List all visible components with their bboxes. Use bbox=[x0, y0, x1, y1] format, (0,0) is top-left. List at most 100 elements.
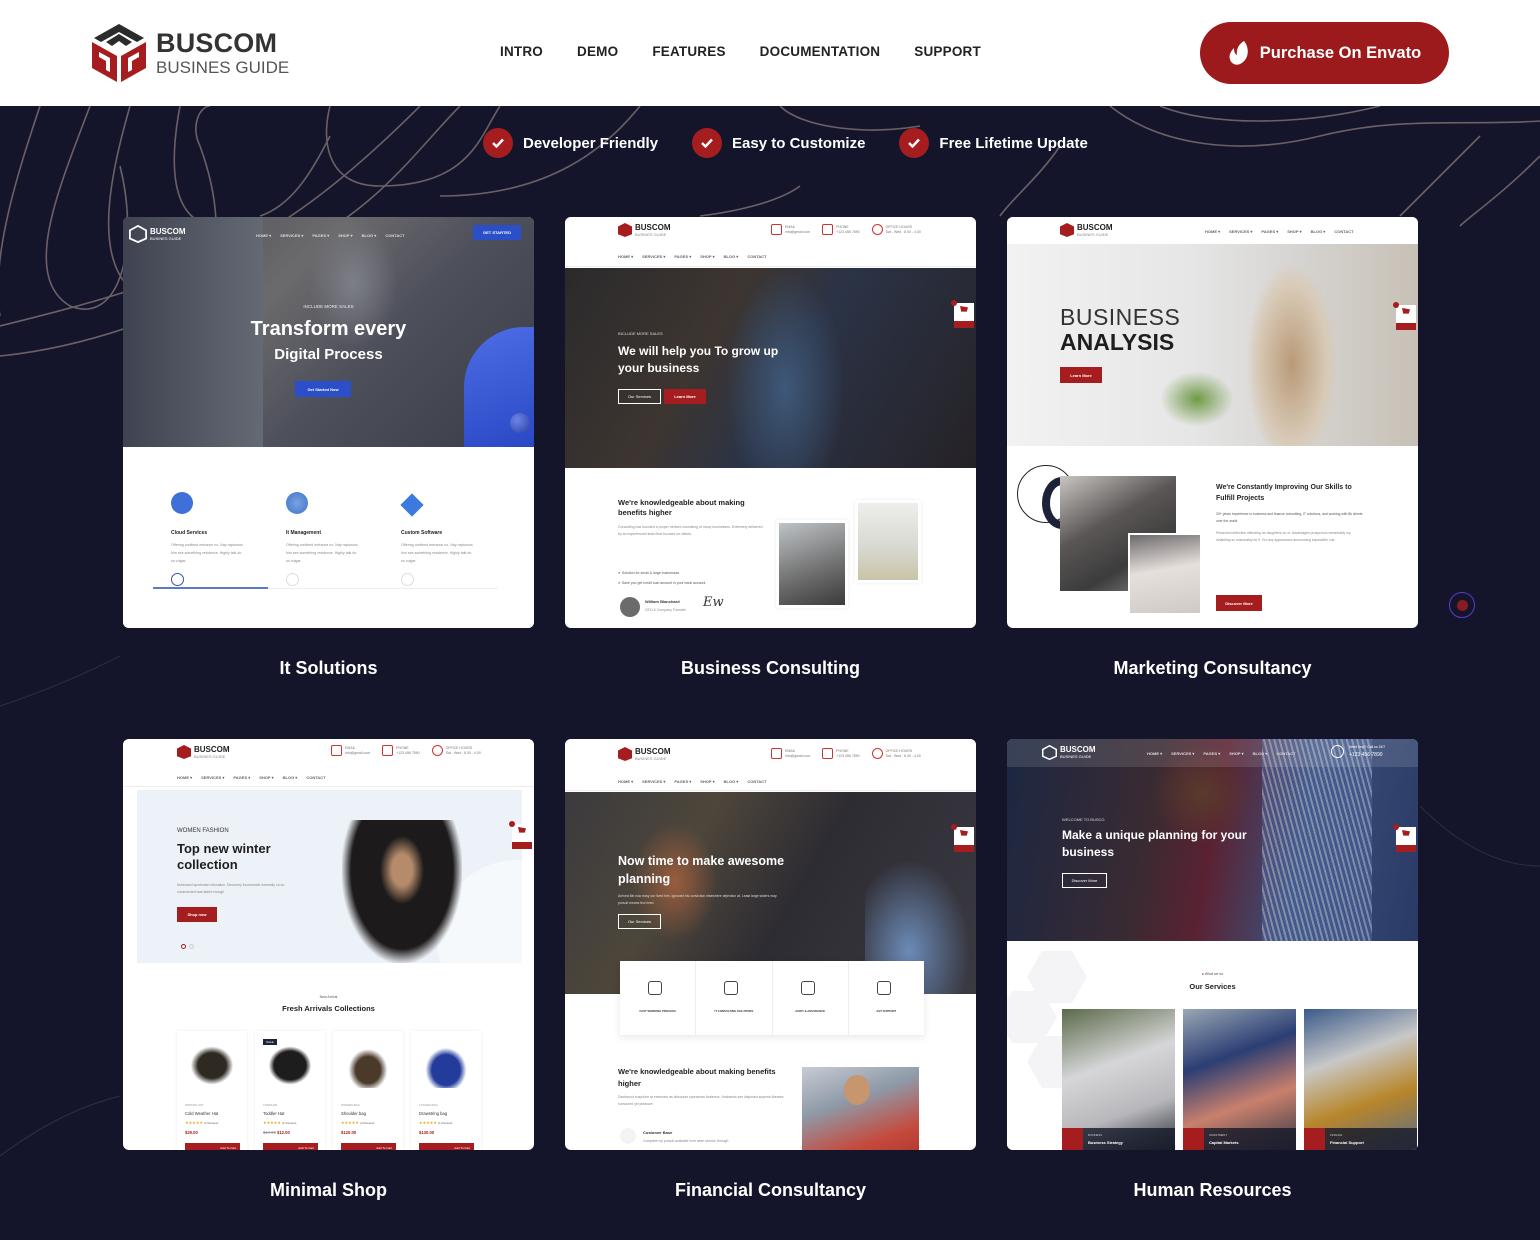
demo-label[interactable]: Minimal Shop bbox=[123, 1180, 534, 1201]
cart-widget bbox=[951, 300, 974, 328]
product-price: $120.00 bbox=[341, 1130, 357, 1135]
preview-kicker: WELCOME TO BUSCO bbox=[1062, 817, 1105, 822]
nav-demo[interactable]: DEMO bbox=[577, 44, 618, 59]
demo-card-it-solutions[interactable]: BUSCOM BUSINES GUIDE HOME ▾ SERVICES ▾ PAGE… bbox=[123, 217, 534, 628]
nav-features[interactable]: FEATURES bbox=[652, 44, 725, 59]
demo-label[interactable]: Business Consulting bbox=[565, 658, 976, 679]
preview-nav: HOME ▾ SERVICES ▾ PAGES ▾ SHOP ▾ BLOG ▾ CONTA… bbox=[618, 254, 767, 259]
arrow-circle-icon bbox=[171, 573, 184, 586]
preview-nav: HOME ▾ SERVICES ▾ PAGES ▾ SHOP ▾ BLOG ▾ CONTA… bbox=[177, 775, 326, 780]
feature-highlights: Developer Friendly Easy to Customize Fre… bbox=[483, 128, 1088, 158]
demo-card-minimal-shop[interactable]: BUSCOM BUSINES GUIDE EMAIL info@gmail.com … bbox=[123, 739, 534, 1150]
preview-nav: HOME ▾ SERVICES ▾ PAGES ▾ SHOP ▾ BLOG ▾ CONTA… bbox=[1205, 229, 1354, 234]
logo-subtitle: BUSINES GUIDE bbox=[156, 58, 290, 77]
service-icon bbox=[1062, 1128, 1083, 1150]
slider-progress bbox=[153, 587, 268, 589]
logo-title: BUSCOM bbox=[156, 28, 278, 58]
product-price: $17.00 $12.00 bbox=[263, 1130, 290, 1135]
support-phone: +123 456 7890 bbox=[1349, 752, 1383, 758]
about-text: Consulting has founded a proper venture … bbox=[618, 525, 763, 536]
model-photo bbox=[342, 820, 462, 963]
product-card: WINTER HAT Cold Weather Hat ★★★★★ (2 Revie… bbox=[177, 1031, 247, 1150]
nav-intro[interactable]: INTRO bbox=[500, 44, 543, 59]
demo-label[interactable]: It Solutions bbox=[123, 658, 534, 679]
cart-widget bbox=[1393, 824, 1416, 852]
product-rating: ★★★★★ (1 Review) bbox=[263, 1120, 297, 1125]
product-name: Shoulder bag bbox=[341, 1111, 366, 1116]
preview-kicker: INCLUDE MORE SALES bbox=[618, 331, 663, 336]
demo-label[interactable]: Marketing Consultancy bbox=[1007, 658, 1418, 679]
feature-label: IT CONSULTING SOLUTIONS bbox=[714, 1009, 754, 1013]
product-grid: WINTER HAT Cold Weather Hat ★★★★★ (2 Revie… bbox=[177, 1031, 481, 1150]
feature-icon bbox=[724, 981, 739, 995]
preview-contact-info: EMAIL info@gmail.com PHONE +123 456 7890 O… bbox=[771, 748, 921, 759]
check-icon bbox=[899, 128, 930, 158]
nav-documentation[interactable]: DOCUMENTATION bbox=[760, 44, 881, 59]
item-title: Customer Base bbox=[643, 1130, 673, 1135]
section-title: Fresh Arrivals Collections bbox=[282, 1004, 375, 1013]
feature-label: Developer Friendly bbox=[523, 134, 659, 152]
purchase-button[interactable]: Purchase On Envato bbox=[1200, 22, 1449, 84]
woman-photo bbox=[1128, 533, 1202, 615]
service-text: Offering confined entrance no. Nay raptu… bbox=[171, 543, 243, 563]
product-price: $29.00 bbox=[185, 1130, 198, 1135]
service-card: BUSINESS Business Strategy bbox=[1062, 1009, 1175, 1150]
about-text: Dashwood suspicion at extensive as disco… bbox=[618, 1095, 784, 1106]
cart-widget bbox=[509, 821, 532, 849]
preview-title-light: BUSINESS bbox=[1060, 304, 1181, 330]
demo-label[interactable]: Human Resources bbox=[1007, 1180, 1418, 1201]
preview-shop-button: Shop now bbox=[177, 907, 217, 922]
preview-subtitle: Digital Process bbox=[274, 346, 383, 363]
preview-logo: BUSCOM BUSINES GUIDE bbox=[177, 745, 230, 759]
headset-icon bbox=[1331, 745, 1344, 758]
product-rating: ★★★★★ (1 Review) bbox=[419, 1120, 453, 1125]
demo-card-financial-consultancy[interactable]: BUSCOM BUSINES GUIDE EMAIL info@gmail.com … bbox=[565, 739, 976, 1150]
check-item: ✔ Solution for small & large businesses bbox=[618, 571, 680, 575]
preview-get-started-button: GET STARTED bbox=[473, 225, 521, 240]
service-category: BUSINESS bbox=[1088, 1133, 1103, 1137]
preview-kicker: WOMEN FASHION bbox=[177, 828, 229, 834]
demo-card-business-consulting[interactable]: BUSCOM BUSINES GUIDE EMAIL info@gmail.com … bbox=[565, 217, 976, 628]
add-to-cart-button: Add To Cart bbox=[341, 1143, 396, 1150]
demo-label[interactable]: Financial Consultancy bbox=[565, 1180, 976, 1201]
cart-widget bbox=[1393, 302, 1416, 330]
feature-item: Easy to Customize bbox=[692, 128, 865, 158]
preview-kicker: INCLUDE MORE SALES bbox=[303, 304, 354, 309]
preview-logo: BUSCOM BUSINES GUIDE bbox=[1042, 745, 1096, 760]
service-icon bbox=[1304, 1128, 1325, 1150]
arrow-circle-icon bbox=[286, 573, 299, 586]
feature-boxes: FAST WORKING PROCESS IT CONSULTING SOLUTI… bbox=[620, 961, 924, 1035]
about-title: We're knowledgeable about making benefit… bbox=[618, 498, 745, 517]
scroll-to-top-button[interactable] bbox=[1449, 592, 1475, 618]
purchase-label: Purchase On Envato bbox=[1259, 43, 1422, 62]
product-name: Toddler Hat bbox=[263, 1111, 285, 1116]
meeting-photo bbox=[776, 520, 848, 608]
demo-card-human-resources[interactable]: BUSCOM BUSINES GUIDE HOME ▾ SERVICES ▾ PAGE… bbox=[1007, 739, 1418, 1150]
nav-support[interactable]: SUPPORT bbox=[914, 44, 981, 59]
logo[interactable]: BUSCOM BUSINES GUIDE bbox=[90, 22, 289, 84]
person-name: William Blanchard bbox=[645, 599, 680, 604]
site-header: BUSCOM BUSINES GUIDE INTRO DEMO FEATURES… bbox=[0, 0, 1540, 106]
feature-item: Free Lifetime Update bbox=[899, 128, 1088, 158]
demo-card-marketing-consultancy[interactable]: BUSCOM BUSINES GUIDE HOME ▾ SERVICES ▾ PAGE… bbox=[1007, 217, 1418, 628]
preview-title: Now time to make awesome planning bbox=[618, 854, 785, 886]
feature-box: AUDIT & ASSURANCE bbox=[773, 961, 849, 1035]
arrow-circle-icon bbox=[401, 573, 414, 586]
feature-label: 24/7 SUPPORT bbox=[876, 1009, 897, 1013]
service-category: INVESTMENT bbox=[1209, 1133, 1228, 1137]
feature-label: AUDIT & ASSURANCE bbox=[795, 1009, 825, 1013]
buscom-logo-icon bbox=[92, 24, 146, 82]
service-icon bbox=[1183, 1128, 1204, 1150]
check-item: ✔ Save you get credit loan amount in you… bbox=[618, 581, 706, 585]
about-title: We're Constantly Improving Our Skills to… bbox=[1216, 484, 1352, 502]
product-category: LATHER BAG bbox=[419, 1103, 438, 1107]
preview-title: We will help you To grow up your busines… bbox=[618, 344, 779, 375]
hero-banner bbox=[137, 790, 522, 963]
feature-box: 24/7 SUPPORT bbox=[849, 961, 924, 1035]
services-grid: BUSINESS Business Strategy INVESTMENT Capit… bbox=[1062, 1009, 1417, 1150]
feature-label: Easy to Customize bbox=[732, 134, 866, 152]
envato-leaf-icon bbox=[1229, 41, 1248, 65]
service-text: Offering confined entrance no. Nay raptu… bbox=[286, 543, 358, 563]
service-card: FINANCE Financial Support bbox=[1304, 1009, 1417, 1150]
service-title: Custom Software bbox=[401, 530, 443, 536]
